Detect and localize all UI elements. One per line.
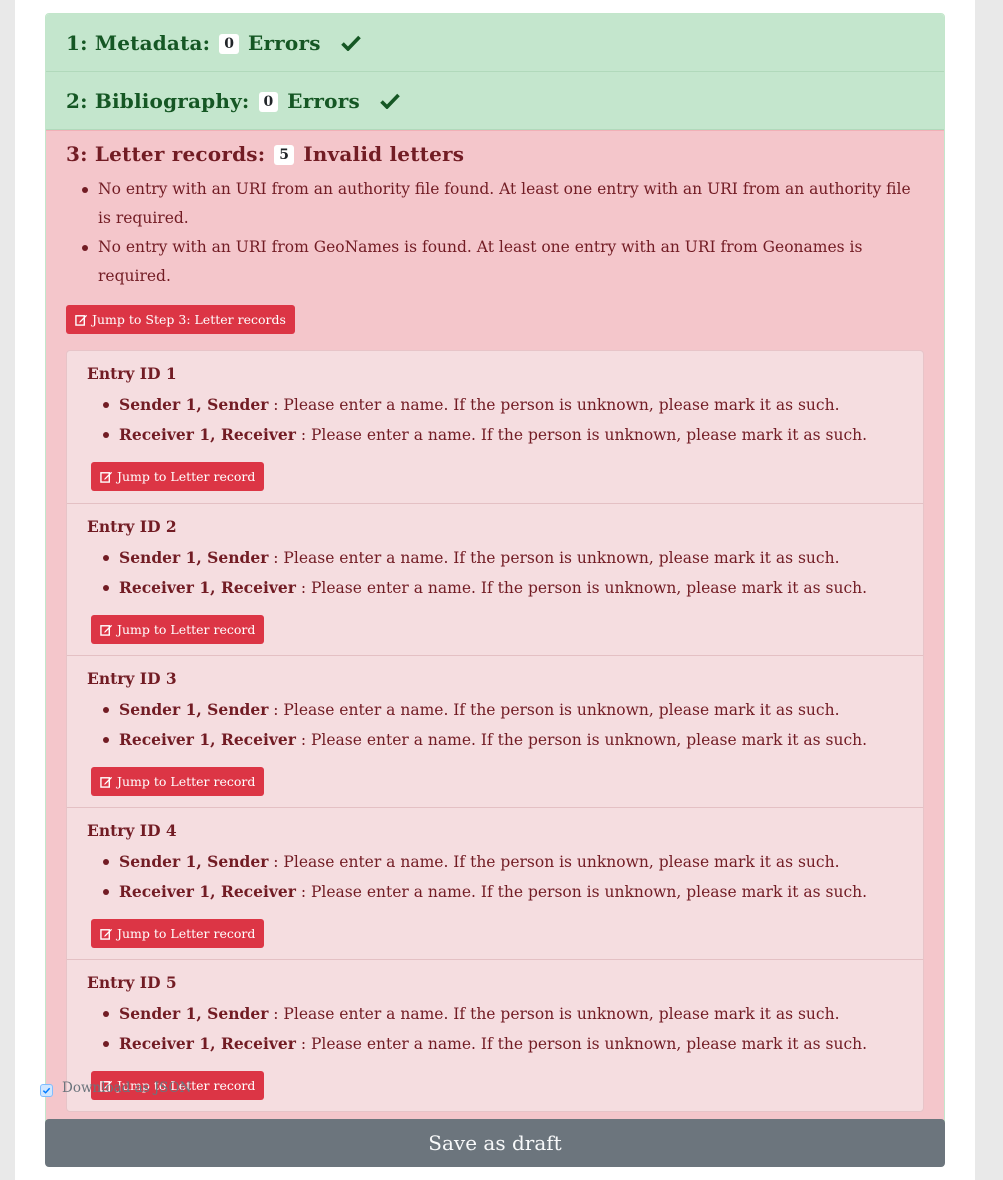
entry-card: Entry ID 2 Sender 1, Sender : Please ent… — [67, 503, 923, 655]
issue-item: Sender 1, Sender : Please enter a name. … — [103, 695, 903, 725]
button-label: Jump to Step 3: Letter records — [92, 312, 286, 327]
issue-field: Receiver 1, Receiver — [119, 578, 296, 597]
issue-item: Sender 1, Sender : Please enter a name. … — [103, 390, 903, 420]
edit-icon — [100, 624, 113, 636]
save-draft-button[interactable]: Save as draft — [45, 1119, 945, 1167]
issue-text: : Please enter a name. If the person is … — [295, 1035, 868, 1053]
step-title: 2: Bibliography: — [66, 88, 250, 113]
jump-to-letter-button[interactable]: Jump to Letter record — [91, 767, 265, 796]
issue-field: Sender 1, Sender — [119, 1004, 269, 1023]
issue-item: Receiver 1, Receiver : Please enter a na… — [103, 877, 903, 907]
issue-item: Sender 1, Sender : Please enter a name. … — [103, 543, 903, 573]
issue-list: Sender 1, Sender : Please enter a name. … — [87, 999, 903, 1059]
issue-list: Sender 1, Sender : Please enter a name. … — [87, 543, 903, 603]
entry-title: Entry ID 4 — [87, 821, 177, 840]
issue-field: Sender 1, Sender — [119, 548, 269, 567]
step-status-label: Errors — [248, 30, 321, 55]
issue-item: Sender 1, Sender : Please enter a name. … — [103, 847, 903, 877]
entry-title: Entry ID 3 — [87, 669, 177, 688]
error-count-badge: 0 — [219, 33, 239, 54]
page: 1: Metadata: 0 Errors 2: Bibliography: 0… — [15, 0, 975, 1180]
issue-list: Sender 1, Sender : Please enter a name. … — [87, 695, 903, 755]
issue-item: Receiver 1, Receiver : Please enter a na… — [103, 725, 903, 755]
issue-field: Sender 1, Sender — [119, 700, 269, 719]
step-status-label: Invalid letters — [303, 142, 465, 166]
issue-text: : Please enter a name. If the person is … — [295, 883, 868, 901]
entry-title: Entry ID 2 — [87, 517, 177, 536]
issue-text: : Please enter a name. If the person is … — [268, 549, 840, 567]
issue-text: : Please enter a name. If the person is … — [295, 426, 868, 444]
edit-icon — [100, 471, 113, 483]
step-status-label: Errors — [287, 88, 360, 113]
jump-to-letter-button[interactable]: Jump to Letter record — [91, 615, 265, 644]
issue-list: Sender 1, Sender : Please enter a name. … — [87, 390, 903, 450]
entry-card: Entry ID 1 Sender 1, Sender : Please ent… — [67, 351, 923, 503]
entry-card: Entry ID 5 Sender 1, Sender : Please ent… — [67, 959, 923, 1111]
step-header: 3: Letter records: 5 Invalid letters — [66, 142, 924, 166]
edit-icon — [75, 314, 88, 326]
entry-card: Entry ID 3 Sender 1, Sender : Please ent… — [67, 655, 923, 807]
jump-to-step-button[interactable]: Jump to Step 3: Letter records — [66, 305, 295, 334]
step-error-list: No entry with an URI from an authority f… — [66, 175, 924, 291]
issue-text: : Please enter a name. If the person is … — [295, 731, 868, 749]
edit-icon — [100, 928, 113, 940]
issue-list: Sender 1, Sender : Please enter a name. … — [87, 847, 903, 907]
step-title: 1: Metadata: — [66, 30, 211, 55]
step-error-message: No entry with an URI from GeoNames is fo… — [82, 233, 924, 291]
button-label: Jump to Letter record — [117, 469, 256, 484]
issue-item: Receiver 1, Receiver : Please enter a na… — [103, 420, 903, 450]
jump-to-letter-button[interactable]: Jump to Letter record — [91, 919, 265, 948]
step-letter-records: 3: Letter records: 5 Invalid letters No … — [46, 130, 944, 1124]
entry-title: Entry ID 5 — [87, 973, 177, 992]
issue-field: Sender 1, Sender — [119, 852, 269, 871]
check-icon — [380, 93, 400, 109]
issue-item: Sender 1, Sender : Please enter a name. … — [103, 999, 903, 1029]
step-error-message: No entry with an URI from an authority f… — [82, 175, 924, 233]
issue-text: : Please enter a name. If the person is … — [295, 579, 868, 597]
button-label: Jump to Letter record — [117, 926, 256, 941]
step-title: 3: Letter records: — [66, 142, 266, 166]
issue-field: Receiver 1, Receiver — [119, 425, 296, 444]
validation-summary: 1: Metadata: 0 Errors 2: Bibliography: 0… — [45, 13, 945, 1125]
button-label: Jump to Letter record — [117, 774, 256, 789]
check-icon — [340, 35, 361, 51]
issue-text: : Please enter a name. If the person is … — [268, 701, 840, 719]
step-bibliography: 2: Bibliography: 0 Errors — [46, 72, 944, 130]
issue-field: Receiver 1, Receiver — [119, 1034, 296, 1053]
jump-to-letter-button[interactable]: Jump to Letter record — [91, 462, 265, 491]
error-count-badge: 0 — [258, 91, 279, 112]
issue-field: Sender 1, Sender — [119, 395, 269, 414]
issue-item: Receiver 1, Receiver : Please enter a na… — [103, 573, 903, 603]
download-json-label: Download as JSON — [62, 1080, 192, 1096]
download-json-option[interactable]: Download as JSON — [40, 1080, 192, 1097]
edit-icon — [100, 776, 113, 788]
issue-field: Receiver 1, Receiver — [119, 882, 296, 901]
invalid-count-badge: 5 — [274, 145, 295, 165]
issue-text: : Please enter a name. If the person is … — [268, 396, 840, 414]
step-metadata: 1: Metadata: 0 Errors — [46, 14, 944, 72]
download-json-checkbox[interactable] — [40, 1083, 53, 1097]
checkmark-icon — [42, 1087, 51, 1094]
button-label: Jump to Letter record — [117, 622, 256, 637]
issue-item: Receiver 1, Receiver : Please enter a na… — [103, 1029, 903, 1059]
entry-title: Entry ID 1 — [87, 364, 177, 383]
entry-list: Entry ID 1 Sender 1, Sender : Please ent… — [66, 350, 924, 1112]
issue-field: Receiver 1, Receiver — [119, 730, 296, 749]
entry-card: Entry ID 4 Sender 1, Sender : Please ent… — [67, 807, 923, 959]
issue-text: : Please enter a name. If the person is … — [268, 853, 840, 871]
issue-text: : Please enter a name. If the person is … — [268, 1005, 840, 1023]
